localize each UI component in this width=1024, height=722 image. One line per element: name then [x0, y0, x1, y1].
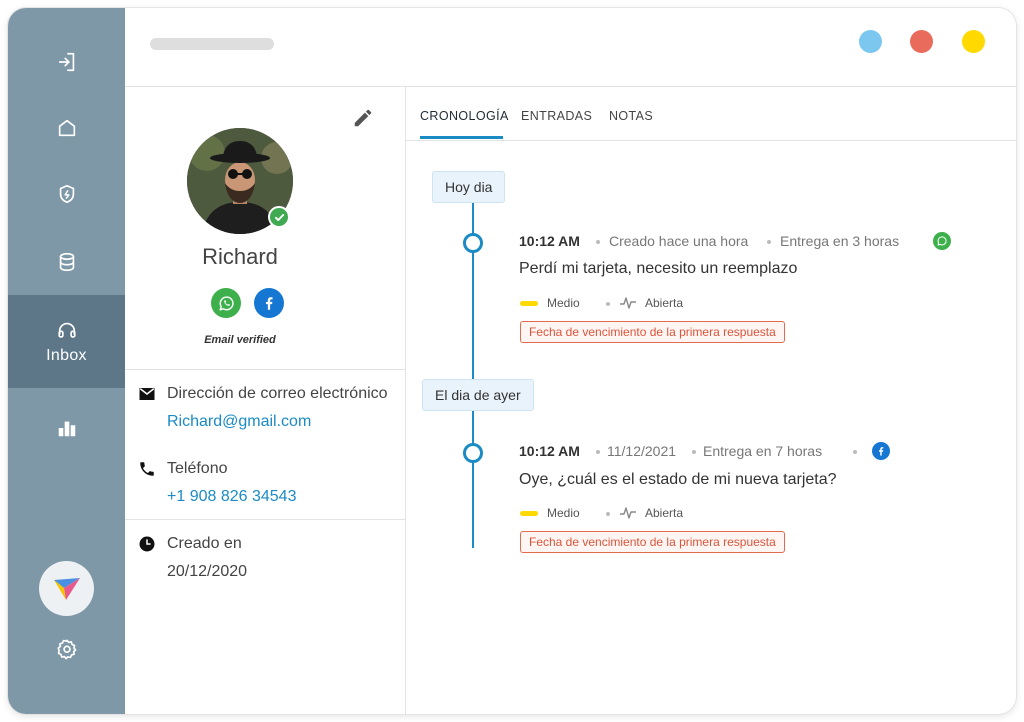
facebook-icon — [266, 297, 273, 310]
phone-icon — [140, 462, 154, 476]
event-date: 11/12/2021 — [607, 443, 677, 459]
sidebar-item-logout[interactable] — [8, 36, 125, 88]
phone-label: Teléfono — [167, 460, 228, 477]
edit-contact-button[interactable] — [352, 107, 374, 129]
tab-entradas[interactable]: ENTRADAS — [521, 109, 592, 123]
shield-bolt-icon — [59, 184, 74, 204]
sidebar-item-label: Inbox — [46, 346, 87, 364]
priority-label: Medio — [547, 296, 580, 310]
separator-dot — [606, 512, 610, 516]
event-title[interactable]: Oye, ¿cuál es el estado de mi nueva tarj… — [519, 471, 837, 489]
facebook-channel-button[interactable] — [254, 288, 284, 318]
status-label: Abierta — [645, 506, 684, 520]
event-created: Creado hace una hora — [609, 233, 749, 249]
created-value: 20/12/2020 — [167, 563, 248, 580]
headphones-icon — [57, 322, 76, 338]
divider — [125, 369, 406, 370]
app-logo-button[interactable] — [39, 561, 94, 616]
separator-dot — [767, 240, 771, 244]
whatsapp-channel-button[interactable] — [211, 288, 241, 318]
home-icon — [58, 119, 75, 137]
logout-icon — [58, 52, 74, 72]
top-bar — [125, 8, 1016, 87]
tab-cronologia[interactable]: CRONOLOGÍA — [420, 109, 509, 123]
database-icon — [59, 252, 74, 272]
email-value-link[interactable]: Richard@gmail.com — [167, 413, 311, 431]
timeline-panel: CRONOLOGÍA ENTRADAS NOTAS Hoy dia 10:12 … — [406, 87, 1016, 714]
status-label: Abierta — [645, 296, 684, 310]
bar-chart-icon — [58, 421, 75, 437]
app-window: Inbox Richard Email verified Dirección d… — [8, 8, 1016, 714]
priority-indicator — [520, 301, 538, 306]
separator-dot — [692, 450, 696, 454]
contact-panel: Richard Email verified Dirección de corr… — [125, 87, 406, 714]
sla-badge: Fecha de vencimiento de la primera respu… — [520, 321, 785, 343]
separator-dot — [596, 450, 600, 454]
phone-value-link[interactable]: +1 908 826 34543 — [167, 488, 296, 506]
event-time: 10:12 AM — [519, 443, 580, 459]
pencil-icon — [354, 109, 372, 127]
search-placeholder-bar[interactable] — [150, 38, 274, 50]
mail-icon — [139, 388, 155, 400]
contact-name: Richard — [202, 244, 278, 269]
separator-dot — [853, 450, 857, 454]
priority-indicator — [520, 511, 538, 516]
verified-check-icon — [268, 206, 290, 228]
tab-bar: CRONOLOGÍA ENTRADAS NOTAS — [406, 87, 1016, 141]
created-label: Creado en — [167, 535, 242, 552]
sidebar-item-settings[interactable] — [8, 624, 125, 674]
whatsapp-icon — [218, 295, 234, 311]
sidebar-item-security[interactable] — [8, 168, 125, 220]
tab-notas[interactable]: NOTAS — [609, 109, 653, 123]
activity-icon — [620, 297, 636, 309]
whatsapp-icon — [933, 232, 951, 250]
separator-dot — [606, 302, 610, 306]
email-verified-label: Email verified — [204, 334, 276, 346]
sidebar-item-database[interactable] — [8, 236, 125, 288]
event-time: 10:12 AM — [519, 233, 580, 249]
facebook-icon — [872, 442, 890, 460]
window-dot-yellow[interactable] — [962, 30, 985, 53]
event-due: Entrega en 3 horas — [780, 233, 900, 249]
window-dot-blue[interactable] — [859, 30, 882, 53]
gear-icon — [56, 639, 77, 660]
event-title[interactable]: Perdí mi tarjeta, necesito un reemplazo — [519, 260, 797, 278]
sidebar-item-reports[interactable] — [8, 402, 125, 454]
timeline-node — [463, 443, 483, 463]
priority-label: Medio — [547, 506, 580, 520]
event-due: Entrega en 7 horas — [703, 443, 823, 459]
separator-dot — [596, 240, 600, 244]
sidebar: Inbox — [8, 8, 125, 714]
sidebar-item-inbox[interactable]: Inbox — [8, 295, 125, 388]
activity-icon — [620, 507, 636, 519]
divider — [125, 519, 406, 520]
day-chip-today: Hoy dia — [432, 171, 506, 203]
app-logo-icon — [53, 577, 80, 600]
active-tab-indicator — [420, 136, 503, 139]
timeline-node — [463, 233, 483, 253]
email-label: Dirección de correo electrónico — [167, 385, 388, 402]
window-dot-red[interactable] — [910, 30, 933, 53]
sidebar-item-home[interactable] — [8, 102, 125, 154]
clock-icon — [139, 536, 155, 552]
day-chip-yesterday: El dia de ayer — [422, 379, 534, 411]
sla-badge: Fecha de vencimiento de la primera respu… — [520, 531, 785, 553]
